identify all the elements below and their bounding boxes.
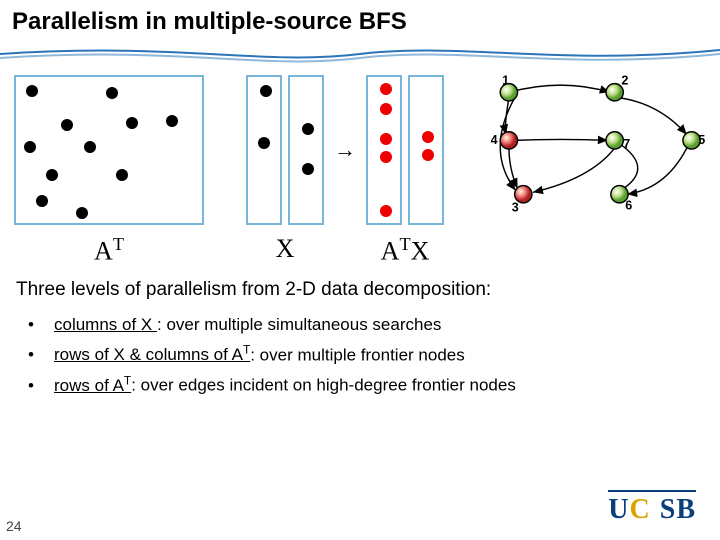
list-item: • rows of X & columns of AT: over multip… [28,343,704,366]
header-wave [0,40,720,64]
label-X: X [246,234,324,267]
ucsb-logo: UC SB [608,494,696,526]
slide-number: 24 [6,518,22,534]
node-label-6: 6 [625,199,632,213]
node-label-1: 1 [502,74,509,88]
node-label-5: 5 [698,133,705,147]
body-text: Three levels of parallelism from 2-D dat… [0,271,720,301]
bfs-graph: 1 2 4 5 3 6 7 [456,70,706,230]
diagram-row: → [0,64,720,230]
node-label-3: 3 [512,201,519,215]
list-item: • columns of X : over multiple simultane… [28,315,704,335]
matrix-ATX [366,75,444,225]
matrix-labels: AT X ATX [0,230,720,271]
matrix-AT [14,75,204,225]
matrix-X [246,75,324,225]
node-label-7: 7 [623,137,630,151]
list-item: • rows of AT: over edges incident on hig… [28,373,704,396]
bullet-list: • columns of X : over multiple simultane… [0,301,720,396]
node-label-4: 4 [491,133,498,147]
node-label-2: 2 [621,74,628,88]
label-ATX: ATX [366,234,444,267]
arrow-icon: → [330,137,360,163]
slide-title: Parallelism in multiple-source BFS [0,0,720,40]
label-AT: AT [14,234,204,267]
